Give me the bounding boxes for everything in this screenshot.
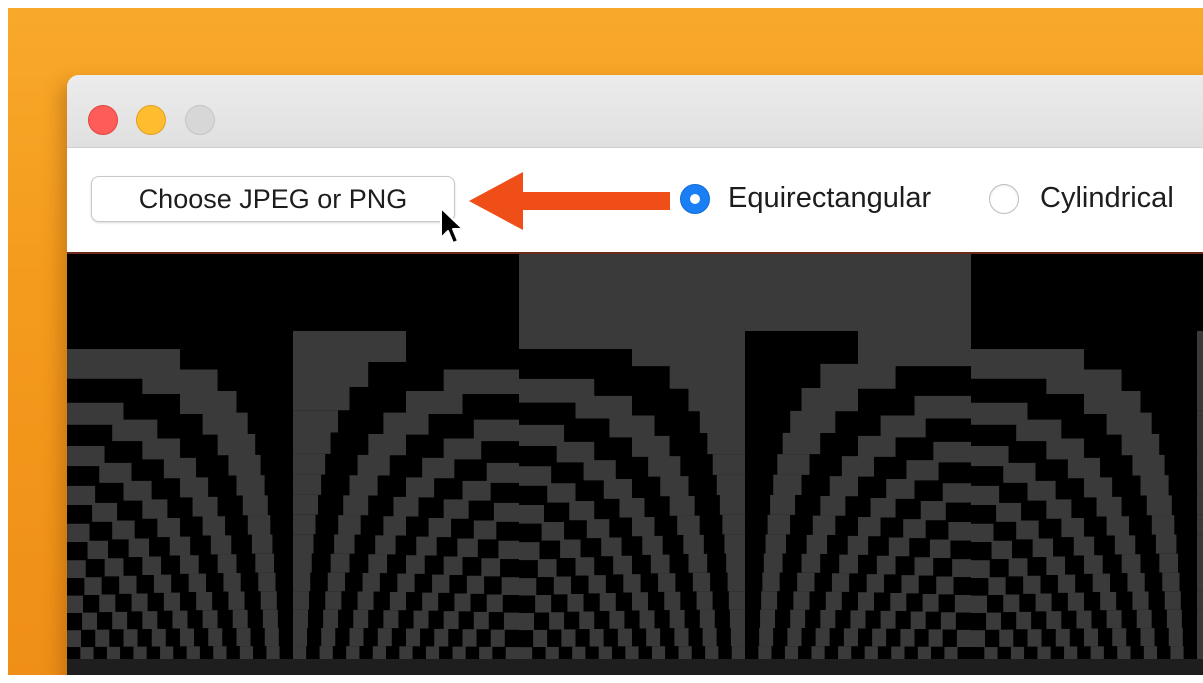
radio-label-cylindrical: Cylindrical <box>1040 182 1174 214</box>
radio-label-equirectangular: Equirectangular <box>728 182 932 214</box>
mouse-pointer-icon <box>440 207 464 244</box>
panorama-preview-canvas <box>67 254 1203 675</box>
toolbar: Choose JPEG or PNG Equirectangular Cylin… <box>67 148 1203 254</box>
radio-equirectangular[interactable] <box>680 184 710 214</box>
title-bar <box>67 75 1203 148</box>
radio-cylindrical[interactable] <box>989 184 1019 214</box>
app-window: Choose JPEG or PNG Equirectangular Cylin… <box>67 75 1203 675</box>
zoom-window-button[interactable] <box>185 105 215 135</box>
close-window-button[interactable] <box>88 105 118 135</box>
desktop-background: Choose JPEG or PNG Equirectangular Cylin… <box>8 8 1203 675</box>
minimize-window-button[interactable] <box>136 105 166 135</box>
choose-image-button[interactable]: Choose JPEG or PNG <box>91 176 455 222</box>
panorama-checkerboard-image <box>67 254 1203 675</box>
annotation-arrow-icon <box>469 172 670 230</box>
